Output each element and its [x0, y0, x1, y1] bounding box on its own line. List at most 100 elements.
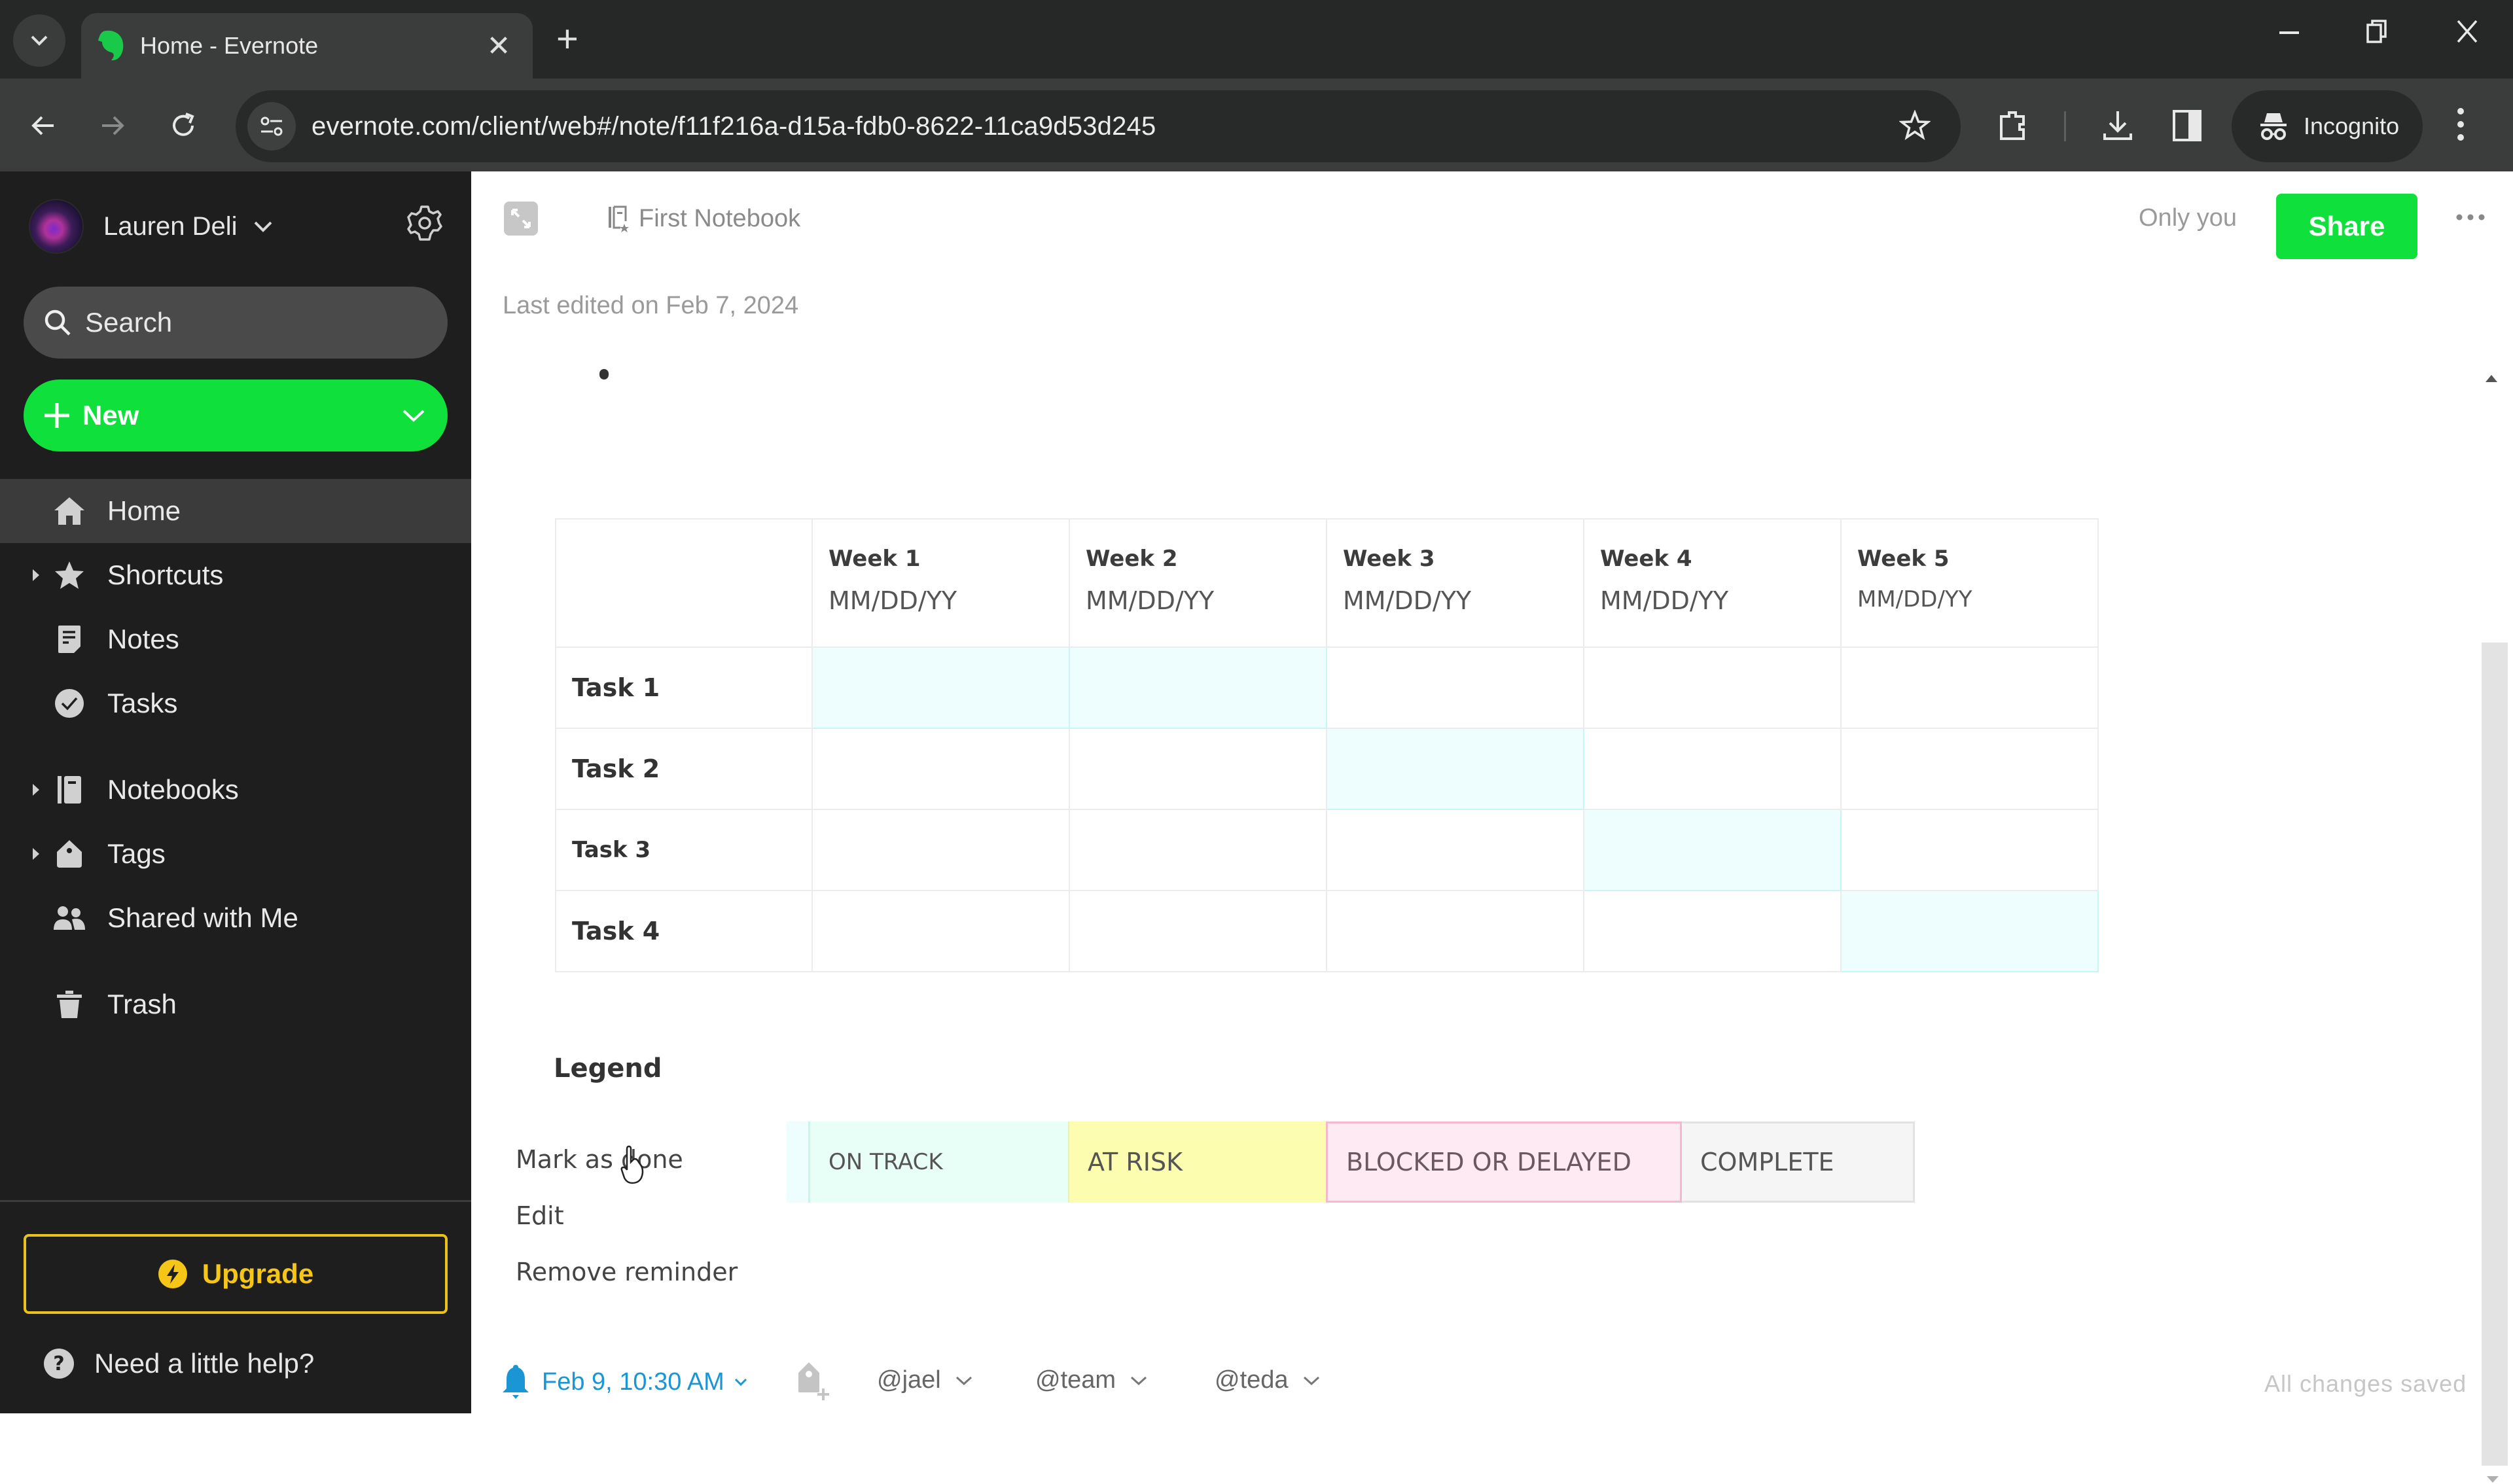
add-tag-icon[interactable] [794, 1360, 831, 1402]
legend-at-risk[interactable]: AT RISK [1068, 1122, 1326, 1203]
site-info-button[interactable] [247, 102, 296, 150]
reminder-button[interactable]: Feb 9, 10:30 AM [503, 1364, 748, 1400]
extensions-icon[interactable] [1996, 109, 2030, 143]
new-note-button[interactable]: New [24, 380, 448, 451]
schedule-cell[interactable] [1326, 728, 1584, 810]
task-cell[interactable]: Task 1 [555, 646, 813, 729]
chevron-down-icon [955, 1376, 972, 1385]
schedule-cell[interactable] [1583, 890, 1842, 972]
schedule-cell[interactable] [1069, 728, 1327, 810]
schedule-cell[interactable] [1583, 809, 1842, 891]
search-input[interactable]: Search [24, 287, 448, 359]
schedule-cell[interactable] [811, 809, 1070, 891]
bell-icon [503, 1365, 529, 1399]
tab-close-icon[interactable]: ✕ [484, 29, 513, 63]
mention-tag-team[interactable]: @team [1035, 1366, 1147, 1394]
search-icon [45, 309, 71, 336]
new-tab-button[interactable]: + [556, 20, 579, 59]
browser-tab-active[interactable]: Home - Evernote ✕ [81, 13, 533, 79]
sidebar-item-notebooks[interactable]: Notebooks [0, 758, 471, 822]
chevron-down-icon[interactable] [402, 408, 425, 423]
schedule-cell[interactable] [1583, 728, 1842, 810]
mention-tag-jael[interactable]: @jael [877, 1366, 972, 1394]
scroll-down-arrow-icon[interactable] [2486, 1475, 2500, 1484]
incognito-label: Incognito [2304, 113, 2400, 139]
browser-menu-icon[interactable] [2455, 105, 2466, 144]
task-label: Task 1 [572, 673, 660, 702]
evernote-logo-icon [98, 30, 124, 61]
table-header-cell[interactable]: Week 3 MM/DD/YY [1326, 518, 1584, 648]
restore-button[interactable] [2351, 18, 2403, 52]
legend-complete[interactable]: COMPLETE [1682, 1122, 1915, 1203]
sidebar-item-trash[interactable]: Trash [0, 972, 471, 1036]
sidebar-item-shortcuts[interactable]: Shortcuts [0, 543, 471, 607]
search-placeholder: Search [85, 307, 173, 338]
legend-blocked[interactable]: BLOCKED OR DELAYED [1326, 1122, 1682, 1203]
schedule-cell[interactable] [1840, 890, 2099, 972]
schedule-cell[interactable] [1326, 890, 1584, 972]
incognito-indicator[interactable]: Incognito [2232, 90, 2423, 162]
table-header-cell[interactable]: Week 4 MM/DD/YY [1583, 518, 1842, 648]
plus-icon [45, 403, 69, 428]
help-link[interactable]: ? Need a little help? [43, 1348, 314, 1379]
chevron-down-icon [31, 35, 48, 46]
more-options-icon[interactable] [2455, 213, 2486, 221]
caret-right-icon[interactable] [31, 783, 41, 797]
table-header-cell[interactable]: Week 5 MM/DD/YY [1840, 518, 2099, 648]
scroll-up-arrow-icon[interactable] [2484, 373, 2499, 383]
legend-on-track[interactable]: ON TRACK [810, 1122, 1068, 1203]
table-corner-cell[interactable] [555, 518, 813, 648]
download-icon[interactable] [2101, 109, 2135, 143]
share-button[interactable]: Share [2276, 194, 2417, 259]
context-menu-edit[interactable]: Edit [516, 1201, 564, 1230]
caret-right-icon[interactable] [31, 847, 41, 861]
sidebar-item-notes[interactable]: Notes [0, 607, 471, 671]
schedule-cell[interactable] [1326, 809, 1584, 891]
forward-button[interactable] [92, 105, 134, 147]
schedule-cell[interactable] [1840, 809, 2099, 891]
account-switcher[interactable]: Lauren Deli [29, 199, 273, 254]
schedule-cell[interactable] [1069, 890, 1327, 972]
task-cell[interactable]: Task 2 [555, 728, 813, 810]
side-panel-icon[interactable] [2171, 109, 2203, 143]
upgrade-button[interactable]: Upgrade [24, 1234, 448, 1314]
schedule-cell[interactable] [811, 890, 1070, 972]
schedule-cell[interactable] [811, 646, 1070, 729]
context-menu-mark-done[interactable]: Mark as done [516, 1145, 683, 1174]
url-text[interactable]: evernote.com/client/web#/note/f11f216a-d… [312, 112, 1156, 141]
table-header-cell[interactable]: Week 1 MM/DD/YY [811, 518, 1070, 648]
table-header-cell[interactable]: Week 2 MM/DD/YY [1069, 518, 1327, 648]
scrollbar-thumb[interactable] [2482, 643, 2508, 1466]
minimize-button[interactable] [2263, 18, 2315, 52]
star-icon [55, 561, 84, 589]
mention-label: @team [1035, 1366, 1116, 1394]
schedule-cell[interactable] [1840, 646, 2099, 729]
schedule-cell[interactable] [1326, 646, 1584, 729]
expand-arrows-icon [511, 209, 531, 228]
sidebar-item-home[interactable]: Home [0, 479, 471, 543]
expand-note-button[interactable] [504, 202, 538, 236]
schedule-cell[interactable] [1583, 646, 1842, 729]
sidebar-item-tasks[interactable]: Tasks [0, 671, 471, 735]
close-window-button[interactable] [2441, 18, 2493, 52]
address-bar[interactable]: evernote.com/client/web#/note/f11f216a-d… [236, 90, 1961, 162]
task-cell[interactable]: Task 4 [555, 890, 813, 972]
sidebar-item-shared-with-me[interactable]: Shared with Me [0, 886, 471, 950]
settings-gear-icon[interactable] [406, 204, 444, 242]
schedule-cell[interactable] [1069, 646, 1327, 729]
bookmark-star-icon[interactable] [1899, 110, 1931, 141]
schedule-cell[interactable] [1840, 728, 2099, 810]
legend-lead-cell[interactable] [787, 1122, 810, 1203]
notebook-breadcrumb[interactable]: First Notebook [607, 204, 800, 233]
mention-tag-teda[interactable]: @teda [1215, 1366, 1320, 1394]
sidebar: Lauren Deli Search New Home Shortcuts No… [0, 171, 471, 1413]
context-menu-remove-reminder[interactable]: Remove reminder [516, 1258, 738, 1286]
reload-button[interactable] [162, 105, 204, 147]
task-cell[interactable]: Task 3 [555, 809, 813, 891]
schedule-cell[interactable] [811, 728, 1070, 810]
tab-search-button[interactable] [13, 14, 65, 67]
back-button[interactable] [22, 105, 64, 147]
schedule-cell[interactable] [1069, 809, 1327, 891]
caret-right-icon[interactable] [31, 568, 41, 582]
sidebar-item-tags[interactable]: Tags [0, 822, 471, 886]
